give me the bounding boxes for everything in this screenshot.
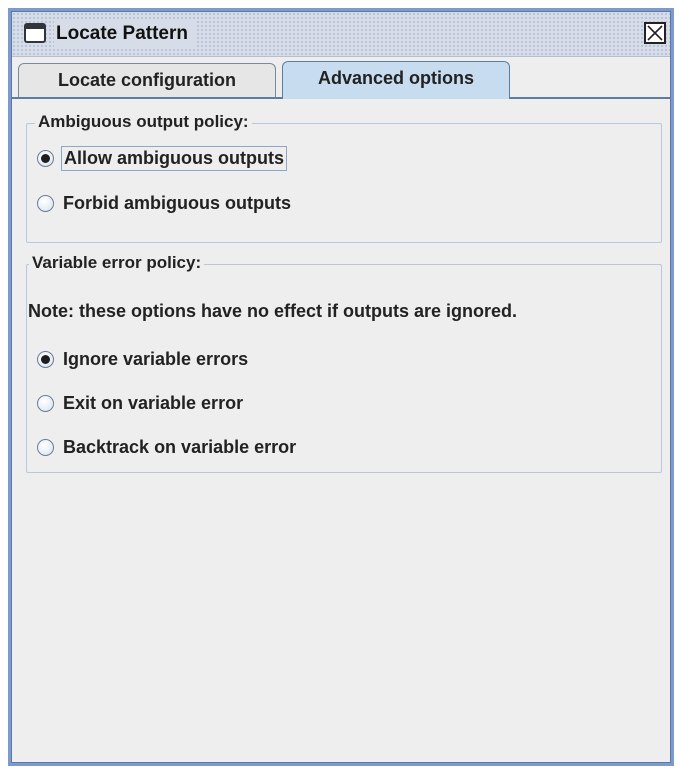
radio-label[interactable]: Allow ambiguous outputs — [61, 145, 287, 171]
radio-button[interactable] — [37, 394, 54, 412]
ambiguous-output-policy-title: Ambiguous output policy: — [35, 112, 252, 132]
radio-forbid-ambiguous-outputs[interactable]: Forbid ambiguous outputs — [37, 189, 293, 217]
dialog-body: Locate Pattern Locate configuration Adva… — [11, 11, 671, 763]
radio-button[interactable] — [37, 194, 54, 212]
tab-content-advanced-options: Ambiguous output policy: Allow ambiguous… — [12, 99, 670, 762]
radio-ignore-variable-errors[interactable]: Ignore variable errors — [37, 345, 250, 373]
radio-dot-icon — [41, 153, 50, 163]
ambiguous-output-policy-group: Ambiguous output policy: Allow ambiguous… — [26, 112, 662, 243]
tab-bar: Locate configuration Advanced options — [12, 56, 670, 99]
radio-label[interactable]: Exit on variable error — [61, 392, 245, 415]
radio-allow-ambiguous-outputs[interactable]: Allow ambiguous outputs — [37, 144, 287, 172]
close-button[interactable] — [644, 22, 666, 44]
tab-locate-configuration[interactable]: Locate configuration — [18, 63, 276, 97]
radio-button-selected[interactable] — [37, 350, 54, 368]
tab-advanced-options[interactable]: Advanced options — [282, 61, 510, 99]
radio-label[interactable]: Ignore variable errors — [61, 348, 250, 371]
radio-label[interactable]: Backtrack on variable error — [61, 436, 298, 459]
radio-backtrack-on-variable-error[interactable]: Backtrack on variable error — [37, 433, 298, 461]
title-bar[interactable]: Locate Pattern — [12, 12, 670, 57]
variable-error-note: Note: these options have no effect if ou… — [28, 301, 518, 321]
window-icon — [24, 23, 46, 43]
radio-exit-on-variable-error[interactable]: Exit on variable error — [37, 389, 245, 417]
radio-label[interactable]: Forbid ambiguous outputs — [61, 192, 293, 215]
close-icon — [647, 25, 663, 41]
variable-error-policy-group: Variable error policy: Note: these optio… — [26, 253, 662, 473]
radio-button-selected[interactable] — [37, 149, 54, 167]
dialog-window: Locate Pattern Locate configuration Adva… — [8, 8, 674, 766]
radio-button[interactable] — [37, 438, 54, 456]
radio-dot-icon — [41, 354, 50, 364]
variable-error-policy-title: Variable error policy: — [29, 253, 205, 273]
window-title: Locate Pattern — [54, 21, 196, 47]
